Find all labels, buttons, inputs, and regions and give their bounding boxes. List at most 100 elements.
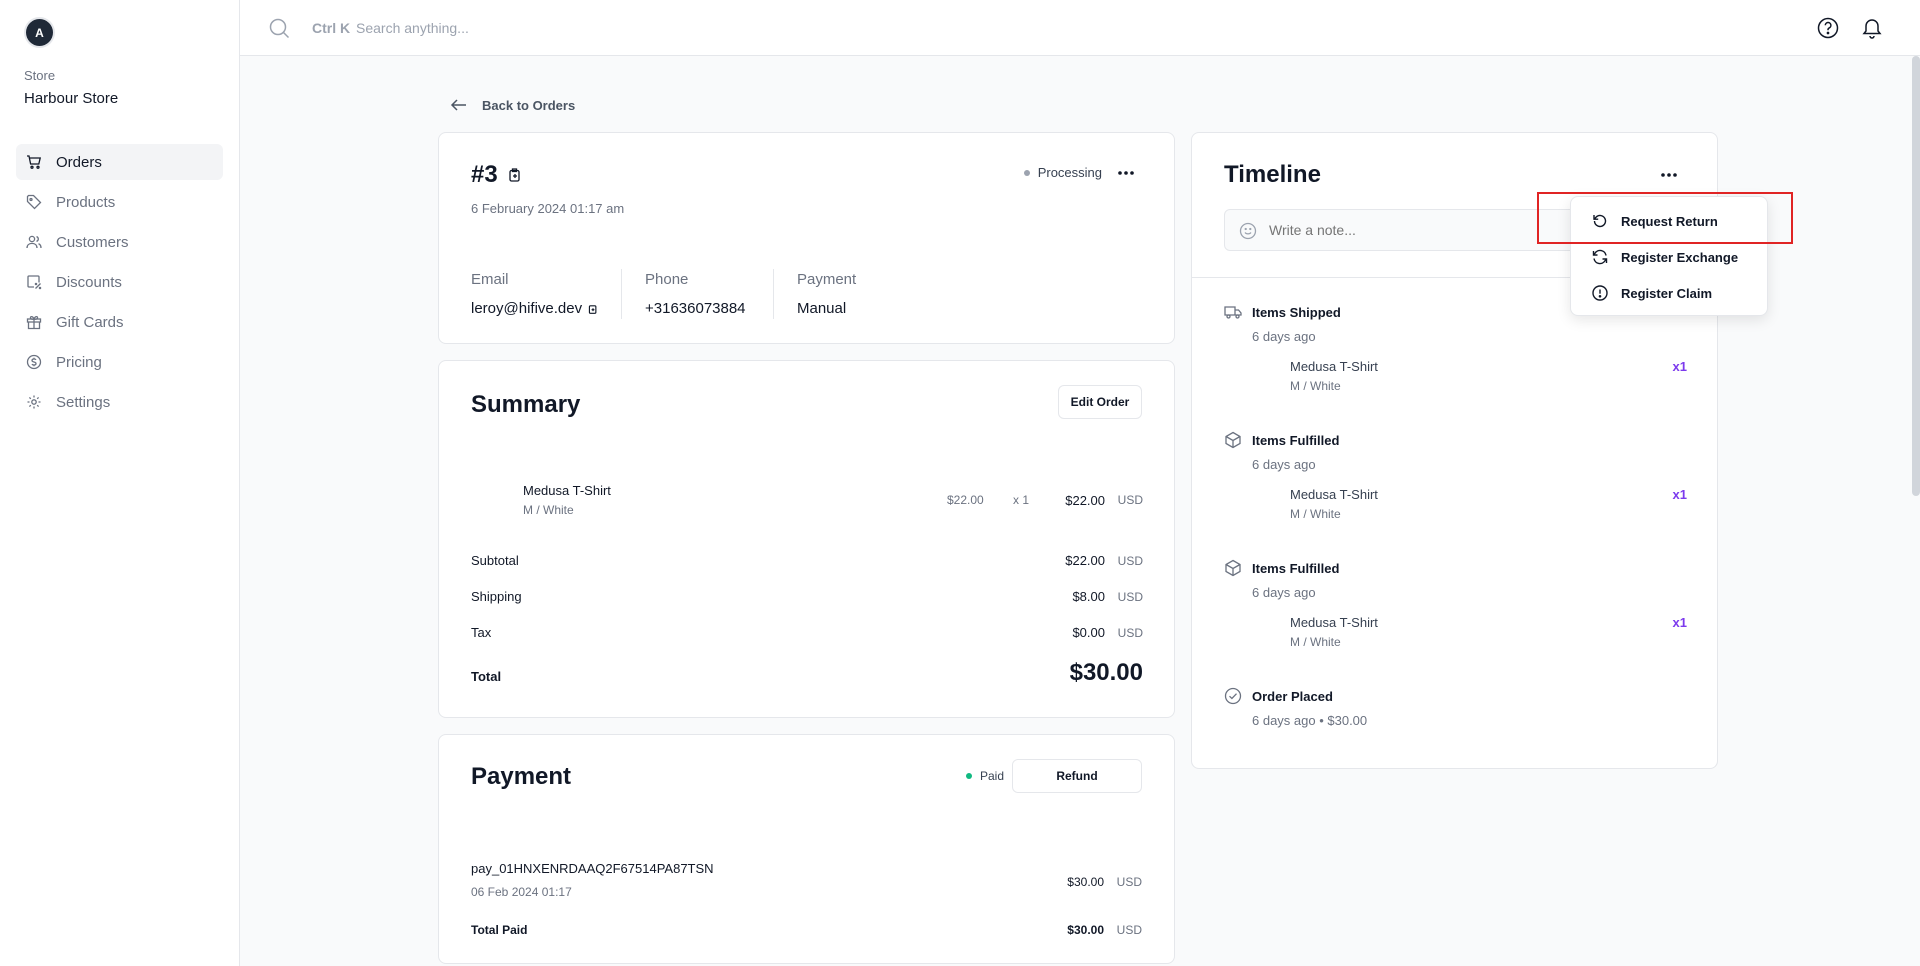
alert-icon (1592, 285, 1608, 301)
payment-method-value: Manual (797, 300, 847, 317)
event-item-name: Medusa T-Shirt (1290, 487, 1378, 502)
order-id: #3 (471, 161, 522, 189)
sidebar-item-gift-cards[interactable]: Gift Cards (16, 304, 223, 340)
product-name: Medusa T-Shirt (523, 483, 611, 498)
sidebar-item-label: Orders (56, 153, 102, 171)
phone-label: Phone (645, 271, 689, 288)
subtotal-value: $22.00 (1065, 553, 1105, 568)
pricing-icon (26, 354, 42, 370)
topbar: Ctrl K (240, 0, 1920, 56)
timeline-event: Items Shipped 6 days ago Medusa T-Shirt … (1224, 301, 1687, 401)
menu-item-request-return[interactable]: Request Return (1591, 212, 1718, 230)
total-paid-label: Total Paid (471, 923, 528, 937)
subtotal-label: Subtotal (471, 553, 519, 568)
payment-id: pay_01HNXENRDAAQ2F67514PA87TSN (471, 861, 714, 876)
avatar[interactable]: A (26, 19, 53, 46)
sidebar-item-customers[interactable]: Customers (16, 224, 223, 260)
event-item-name: Medusa T-Shirt (1290, 359, 1378, 374)
gear-icon (27, 395, 41, 409)
menu-item-label: Register Exchange (1621, 249, 1739, 265)
status-dot (965, 773, 972, 779)
shipping-currency: USD (1117, 590, 1143, 604)
discount-icon (27, 275, 42, 290)
summary-row-total: Total $30.00 (471, 659, 1143, 691)
event-item-variant: M / White (1290, 635, 1341, 649)
event-item-quantity: x1 (1672, 487, 1687, 502)
sidebar-item-discounts[interactable]: Discounts (16, 264, 223, 300)
email-value[interactable]: leroy@hifive.dev (471, 300, 582, 317)
more-horizontal-icon (1661, 173, 1677, 177)
sidebar-item-orders[interactable]: Orders (16, 144, 223, 180)
email-value-row: leroy@hifive.dev (471, 300, 598, 317)
truck-icon (1224, 306, 1242, 319)
event-title: Items Fulfilled (1252, 433, 1340, 448)
event-title: Items Fulfilled (1252, 561, 1340, 576)
timeline-event: Items Fulfilled 6 days ago Medusa T-Shir… (1224, 557, 1687, 657)
event-item-variant: M / White (1290, 507, 1341, 521)
refresh-icon (1592, 249, 1608, 265)
refund-button[interactable]: Refund (1012, 759, 1142, 793)
sidebar-item-label: Settings (56, 393, 111, 411)
smile-icon (1239, 222, 1257, 240)
summary-row-subtotal: Subtotal $22.00 USD (471, 553, 1143, 573)
sidebar-item-settings[interactable]: Settings (16, 384, 223, 420)
store-name[interactable]: Harbour Store (24, 90, 118, 107)
sidebar-nav: Orders Products Customers Discounts Gift… (16, 144, 223, 424)
total-paid-value: $30.00 (1067, 923, 1104, 937)
scrollbar[interactable] (1912, 56, 1920, 496)
event-item-quantity: x1 (1672, 615, 1687, 630)
summary-title: Summary (471, 391, 581, 418)
package-icon (1225, 559, 1241, 577)
order-actions-button[interactable] (1114, 161, 1138, 185)
event-title: Items Shipped (1252, 305, 1341, 320)
menu-item-register-exchange[interactable]: Register Exchange (1591, 248, 1738, 266)
item-total: $22.00 (1065, 493, 1105, 508)
payment-status: Paid (965, 769, 1004, 783)
email-label: Email (471, 271, 509, 288)
phone-section: Phone +31636073884 (645, 271, 746, 317)
cart-icon (27, 155, 42, 169)
payment-method-section: Payment Manual (797, 271, 856, 317)
tax-value: $0.00 (1072, 625, 1105, 640)
search-icon[interactable] (268, 17, 290, 39)
tax-currency: USD (1117, 626, 1143, 640)
copy-icon[interactable] (508, 168, 522, 182)
sidebar-item-products[interactable]: Products (16, 184, 223, 220)
payment-amount: $30.00 (1067, 875, 1104, 889)
sidebar-item-label: Gift Cards (56, 313, 124, 331)
tax-label: Tax (471, 625, 492, 640)
divider (621, 269, 622, 319)
help-icon[interactable] (1816, 16, 1840, 40)
sidebar-item-label: Customers (56, 233, 129, 251)
order-header-card: #3 6 February 2024 01:17 am Processing E… (438, 132, 1175, 344)
event-time: 6 days ago (1252, 585, 1316, 600)
bell-icon[interactable] (1860, 16, 1884, 40)
search-input[interactable] (356, 14, 756, 42)
back-to-orders-link[interactable]: Back to Orders (450, 96, 575, 114)
copy-icon[interactable] (588, 304, 598, 314)
menu-item-label: Request Return (1621, 213, 1718, 229)
summary-line-item: Medusa T-Shirt M / White $22.00 x 1 $22.… (471, 481, 1143, 525)
email-section: Email leroy@hifive.dev (471, 271, 598, 317)
arrow-left-icon (450, 99, 466, 111)
event-item-variant: M / White (1290, 379, 1341, 393)
sidebar-item-pricing[interactable]: Pricing (16, 344, 223, 380)
timeline-event: Items Fulfilled 6 days ago Medusa T-Shir… (1224, 429, 1687, 529)
gift-icon (26, 315, 42, 330)
payment-method-label: Payment (797, 271, 857, 288)
note-input[interactable] (1269, 218, 1569, 242)
unit-price: $22.00 (947, 493, 984, 507)
event-time: 6 days ago (1252, 329, 1316, 344)
timeline-title: Timeline (1224, 161, 1321, 188)
tag-icon (26, 194, 42, 210)
undo-icon (1593, 214, 1607, 228)
phone-value: +31636073884 (645, 300, 746, 317)
store-caption: Store (24, 68, 56, 83)
edit-order-button[interactable]: Edit Order (1058, 385, 1142, 419)
event-item-quantity: x1 (1672, 359, 1687, 374)
menu-item-register-claim[interactable]: Register Claim (1591, 284, 1712, 302)
timeline-actions-button[interactable] (1657, 163, 1681, 187)
sidebar-item-label: Products (56, 193, 116, 211)
event-time: 6 days ago • $30.00 (1252, 713, 1368, 728)
event-title: Order Placed (1252, 689, 1333, 704)
